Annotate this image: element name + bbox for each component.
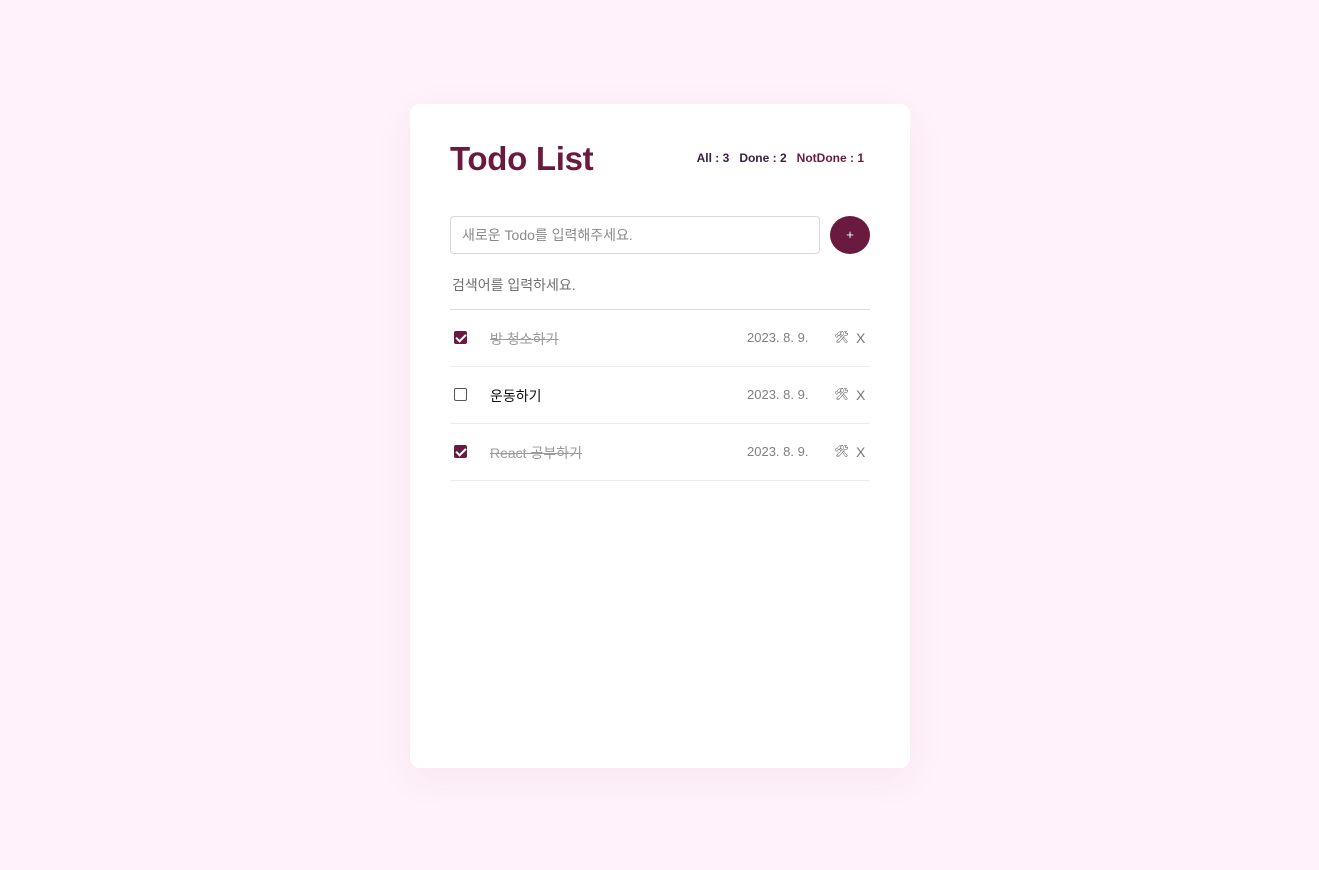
stat-all: All : 3 [696, 151, 730, 165]
delete-button[interactable]: X [856, 444, 865, 460]
delete-button[interactable]: X [856, 387, 865, 403]
page-title: Todo List [450, 140, 594, 177]
todo-item: 운동하기 2023. 8. 9. 🛠 X [450, 367, 870, 424]
todo-checkbox[interactable] [454, 445, 467, 458]
todo-content: 방 청소하기 [490, 331, 559, 347]
edit-icon[interactable]: 🛠 [834, 444, 849, 458]
stat-not-done: NotDone : 1 [796, 151, 864, 165]
todo-content: React 공부하기 [490, 445, 582, 461]
todo-item: React 공부하기 2023. 8. 9. 🛠 X [450, 424, 870, 481]
todo-editor: + [450, 210, 870, 260]
todo-date: 2023. 8. 9. [747, 387, 809, 402]
todo-date: 2023. 8. 9. [747, 330, 809, 345]
edit-icon[interactable]: 🛠 [834, 330, 849, 344]
todo-date: 2023. 8. 9. [747, 444, 809, 459]
todo-checkbox[interactable] [454, 388, 467, 401]
header: Todo List All : 3 Done : 2 NotDone : 1 [450, 104, 870, 210]
search-row [450, 260, 870, 309]
todo-card: Todo List All : 3 Done : 2 NotDone : 1 +… [410, 104, 910, 768]
todo-checkbox[interactable] [454, 331, 467, 344]
stat-done: Done : 2 [739, 151, 787, 165]
search-input[interactable] [450, 268, 870, 302]
todo-content: 운동하기 [490, 388, 542, 404]
edit-icon[interactable]: 🛠 [834, 387, 849, 401]
todo-stats: All : 3 Done : 2 NotDone : 1 [697, 151, 864, 165]
todo-item: 방 청소하기 2023. 8. 9. 🛠 X [450, 310, 870, 367]
delete-button[interactable]: X [856, 330, 865, 346]
new-todo-input[interactable] [450, 216, 820, 254]
todo-list: 방 청소하기 2023. 8. 9. 🛠 X 운동하기 2023. 8. 9. … [450, 309, 870, 481]
add-todo-button[interactable]: + [830, 216, 870, 254]
